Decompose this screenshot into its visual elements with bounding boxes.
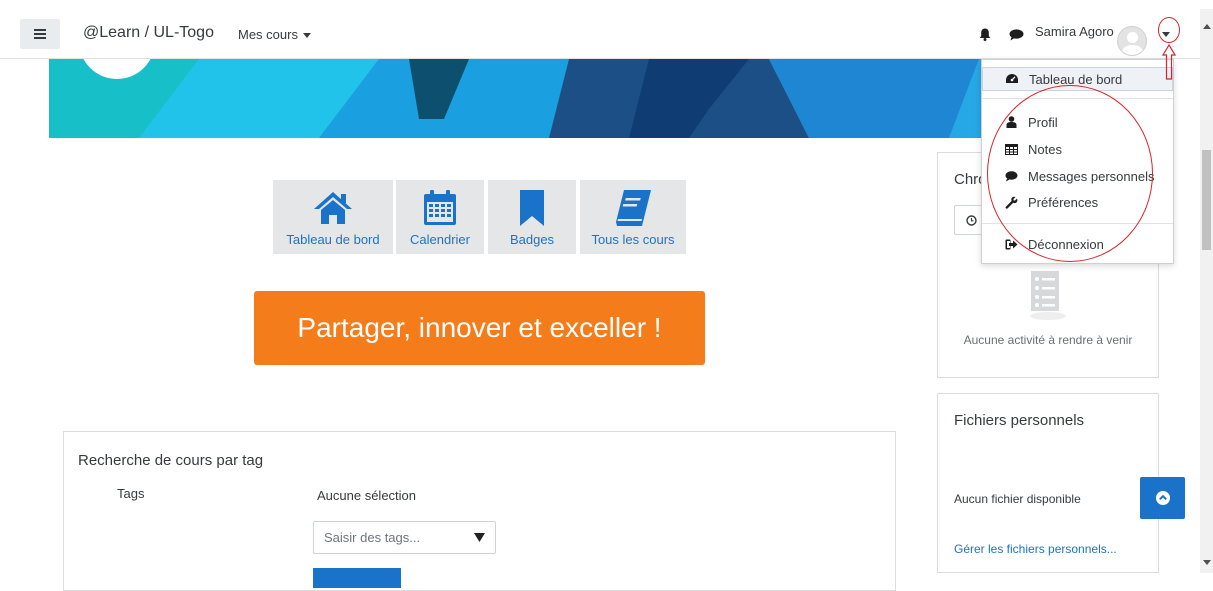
menu-item-label: Préférences [1028,194,1099,210]
menu-item-label: Profil [1028,114,1058,130]
menu-item-logout[interactable]: Déconnexion [982,232,1173,256]
private-files-block: Fichiers personnels Aucun fichier dispon… [937,393,1159,573]
timeline-empty-text: Aucune activité à rendre à venir [963,333,1133,347]
comment-icon [1005,170,1017,181]
tile-badges[interactable]: Badges [488,180,576,254]
no-files-text: Aucun fichier disponible [954,492,1081,506]
tile-label: Calendrier [410,232,470,247]
scroll-down-icon[interactable] [1203,560,1211,565]
tile-dashboard[interactable]: Tableau de bord [273,180,393,254]
tag-search-block: Recherche de cours par tag Tags Aucune s… [63,431,896,591]
scrollbar-thumb[interactable] [1202,150,1211,250]
clock-icon [965,214,977,226]
user-dropdown-menu: Tableau de bord Profil Notes Messages pe… [981,59,1174,264]
user-icon [1006,116,1016,128]
tag-search-placeholder: Saisir des tags... [324,530,421,545]
home-icon [314,192,352,224]
top-strip [0,0,1213,9]
annotation-circle-toggle [1158,17,1180,43]
hamburger-icon [34,29,46,39]
calendar-icon [424,190,456,225]
private-files-title: Fichiers personnels [954,412,1085,429]
tile-all-courses[interactable]: Tous les cours [580,180,686,254]
site-brand-link[interactable]: @Learn / UL-Togo [83,24,214,42]
menu-item-messages[interactable]: Messages personnels [982,164,1173,188]
menu-toggle-button[interactable] [20,19,60,49]
messages-icon[interactable] [1009,29,1024,41]
dropdown-arrow-icon[interactable] [474,533,485,542]
tile-label: Badges [509,232,555,247]
chevron-up-circle-icon [1155,491,1170,505]
dashboard-icon [1006,74,1018,83]
no-selection-text: Aucune sélection [317,488,417,503]
my-courses-label: Mes cours [238,27,298,42]
tile-label: Tableau de bord [286,232,380,247]
tag-search-title: Recherche de cours par tag [78,452,264,469]
menu-item-label: Messages personnels [1028,168,1155,184]
scroll-up-icon[interactable] [1203,24,1211,29]
empty-list-icon [1030,271,1066,320]
menu-item-label: Notes [1028,141,1062,157]
book-icon [616,190,651,226]
menu-item-label: Déconnexion [1028,236,1104,252]
table-icon [1004,143,1018,155]
tile-label: Tous les cours [591,232,675,247]
chevron-down-icon [302,33,311,39]
menu-item-dashboard[interactable]: Tableau de bord [982,67,1173,91]
menu-divider [982,223,1173,224]
avatar[interactable] [1117,26,1147,56]
tag-search-input[interactable]: Saisir des tags... [313,521,496,554]
tag-search-button[interactable] [313,568,401,588]
scrollbar[interactable] [1200,9,1213,573]
wrench-icon [1005,196,1017,209]
slogan-banner: Partager, innover et exceller ! [254,291,705,365]
my-courses-menu[interactable]: Mes cours [238,27,311,42]
tags-label: Tags [117,486,145,501]
menu-item-profile[interactable]: Profil [982,110,1173,134]
menu-item-preferences[interactable]: Préférences [982,190,1173,214]
menu-item-label: Tableau de bord [1029,71,1123,87]
manage-files-link[interactable]: Gérer les fichiers personnels... [954,542,1117,556]
user-name[interactable]: Samira Agoro [1035,24,1114,39]
menu-divider [982,98,1173,99]
sign-out-icon [1005,239,1017,249]
tile-calendar[interactable]: Calendrier [396,180,484,254]
bell-icon[interactable] [979,28,991,41]
bookmark-icon [520,190,544,226]
menu-item-grades[interactable]: Notes [982,137,1173,161]
back-to-top-button[interactable] [1140,477,1185,519]
annotation-arrow-icon [1162,44,1176,80]
navbar: @Learn / UL-Togo Mes cours Samira Agoro [0,9,1200,59]
